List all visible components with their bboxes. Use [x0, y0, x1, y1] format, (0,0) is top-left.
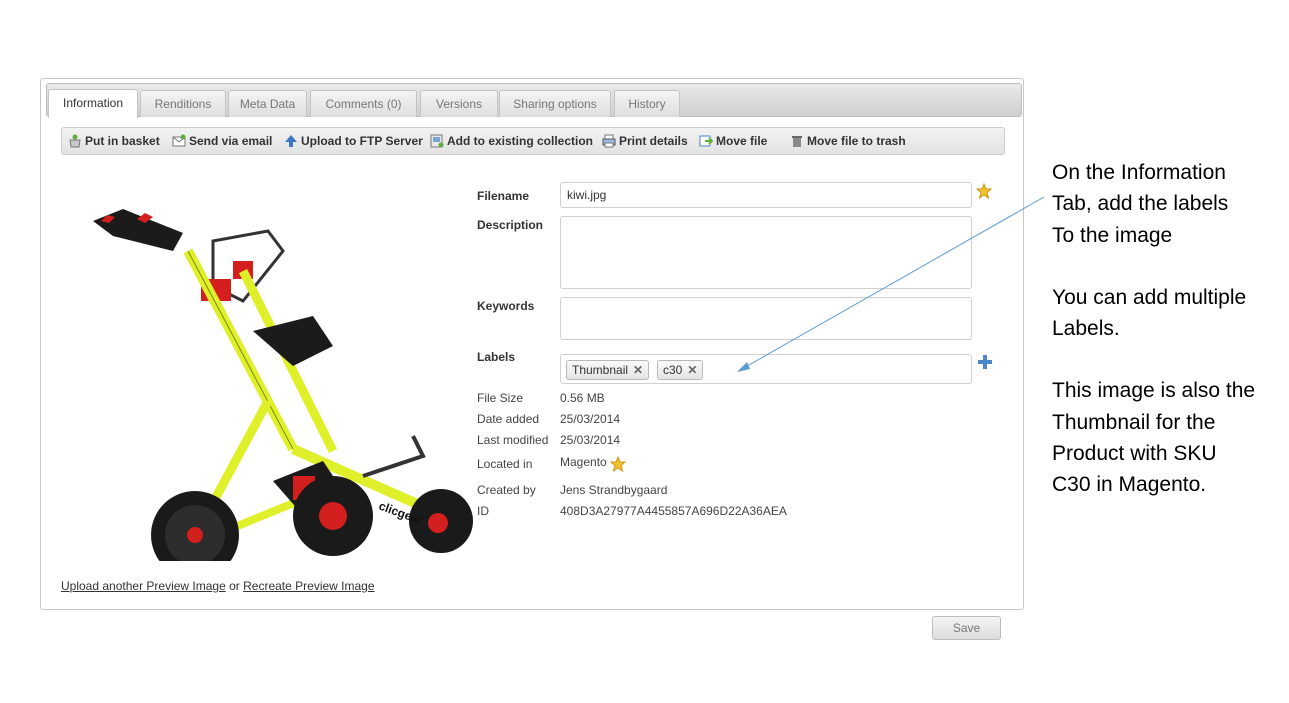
description-label: Description	[477, 218, 544, 232]
id-label: ID	[477, 504, 489, 518]
note-line: To the image	[1052, 223, 1173, 247]
remove-label-icon[interactable]: ✕	[687, 363, 697, 377]
note-line: Thumbnail for the	[1052, 410, 1216, 434]
tab-information[interactable]: Information	[48, 89, 138, 118]
tab-comments[interactable]: Comments (0)	[310, 90, 417, 117]
last-modified-label: Last modified	[477, 433, 549, 447]
note-line: Labels.	[1052, 317, 1120, 341]
keywords-textarea[interactable]	[560, 297, 972, 340]
favorite-star-icon[interactable]	[976, 183, 992, 199]
filename-label: Filename	[477, 189, 530, 203]
last-modified-value: 25/03/2014	[560, 433, 621, 447]
upload-ftp-label: Upload to FTP Server	[301, 134, 423, 148]
created-by-value: Jens Strandbygaard	[560, 483, 668, 497]
put-in-basket-label: Put in basket	[85, 134, 160, 148]
located-in-label: Located in	[477, 457, 533, 471]
move-to-trash-button[interactable]: Move file to trash	[790, 128, 906, 154]
located-in-value: Magento	[560, 455, 627, 473]
filename-input[interactable]	[560, 182, 972, 208]
note-line: You can add multiple	[1052, 285, 1247, 309]
print-details-button[interactable]: Print details	[602, 128, 688, 154]
remove-label-icon[interactable]: ✕	[633, 363, 643, 377]
note-line: C30 in Magento.	[1052, 473, 1207, 497]
add-label-plus-icon[interactable]	[977, 354, 993, 370]
add-to-collection-label: Add to existing collection	[447, 134, 594, 148]
move-file-icon	[699, 135, 713, 147]
email-icon	[172, 134, 186, 147]
tab-renditions[interactable]: Renditions	[140, 90, 226, 117]
action-toolbar: Put in basket Send via email Upload to F…	[61, 127, 1005, 155]
located-in-text: Magento	[560, 455, 607, 469]
tab-history[interactable]: History	[614, 90, 680, 117]
label-chip-text: c30	[663, 363, 683, 377]
upload-arrow-icon	[285, 135, 297, 147]
send-via-email-label: Send via email	[189, 134, 273, 148]
tab-bar: Information Renditions Meta Data Comment…	[46, 83, 1022, 118]
description-textarea[interactable]	[560, 216, 972, 289]
printer-icon	[602, 134, 616, 148]
send-via-email-button[interactable]: Send via email	[172, 128, 272, 154]
save-button[interactable]: Save	[932, 616, 1001, 640]
located-in-star-icon[interactable]	[609, 455, 627, 473]
upload-ftp-button[interactable]: Upload to FTP Server	[284, 128, 423, 154]
trash-icon	[792, 136, 802, 147]
date-added-value: 25/03/2014	[560, 412, 621, 426]
date-added-label: Date added	[477, 412, 540, 426]
note-line: Tab, add the labels	[1052, 192, 1229, 216]
move-to-trash-label: Move file to trash	[807, 134, 906, 148]
print-details-label: Print details	[619, 134, 688, 148]
tab-versions[interactable]: Versions	[420, 90, 498, 117]
basket-icon	[69, 134, 81, 148]
note-line: Product with SKU	[1052, 442, 1217, 466]
collection-icon	[430, 134, 444, 148]
created-by-label: Created by	[477, 483, 536, 497]
product-preview-image: clicgear	[93, 209, 473, 561]
asset-detail-panel: Information Renditions Meta Data Comment…	[40, 78, 1024, 610]
annotation-note: On the Information Tab, add the labels T…	[1052, 157, 1288, 501]
add-to-collection-button[interactable]: Add to existing collection	[430, 128, 593, 154]
preview-links: Upload another Preview Image or Recreate…	[61, 579, 375, 593]
id-value: 408D3A27977A4455857A696D22A36AEA	[560, 504, 787, 518]
move-file-label: Move file	[716, 134, 768, 148]
label-chip-c30: c30 ✕	[657, 360, 704, 380]
file-size-label: File Size	[477, 391, 524, 405]
recreate-preview-link[interactable]: Recreate Preview Image	[243, 579, 374, 593]
note-line: This image is also the	[1052, 379, 1256, 403]
tab-meta-data[interactable]: Meta Data	[228, 90, 307, 117]
tab-sharing-options[interactable]: Sharing options	[499, 90, 611, 117]
label-chip-text: Thumbnail	[572, 363, 629, 377]
move-file-button[interactable]: Move file	[699, 128, 767, 154]
label-chip-thumbnail: Thumbnail ✕	[566, 360, 650, 380]
labels-input[interactable]: Thumbnail ✕ c30 ✕	[560, 354, 972, 384]
upload-preview-link[interactable]: Upload another Preview Image	[61, 579, 226, 593]
file-size-value: 0.56 MB	[560, 391, 605, 405]
or-text: or	[229, 579, 240, 593]
note-line: On the Information	[1052, 161, 1226, 184]
keywords-label: Keywords	[477, 299, 535, 313]
put-in-basket-button[interactable]: Put in basket	[68, 128, 160, 154]
labels-label: Labels	[477, 350, 516, 364]
